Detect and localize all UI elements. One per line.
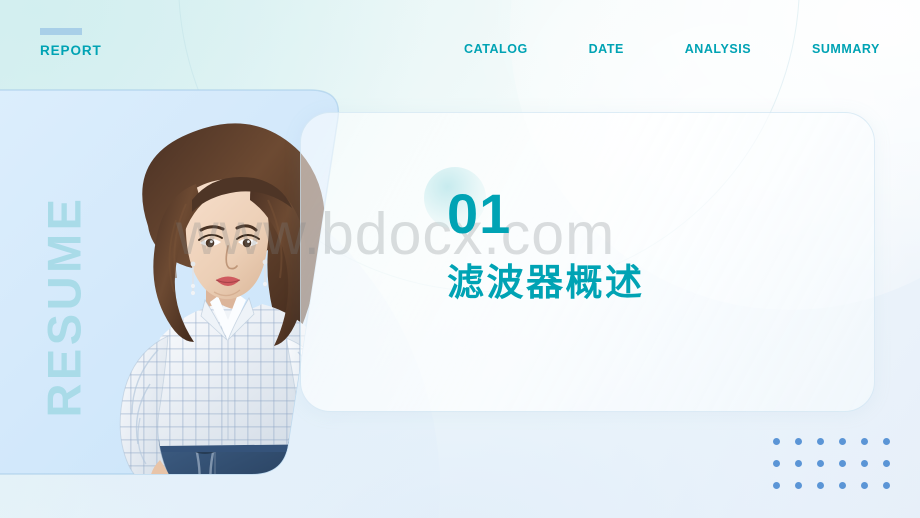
decorative-dot-grid: [773, 438, 905, 504]
dot-grid-dot: [773, 482, 780, 489]
dot-grid-dot: [795, 438, 802, 445]
dot-grid-dot: [817, 482, 824, 489]
brand-accent-bar: [40, 28, 82, 35]
dot-grid-dot: [861, 438, 868, 445]
dot-grid-dot: [883, 460, 890, 467]
section-number: 01: [447, 182, 512, 245]
brand-block: REPORT: [40, 28, 102, 58]
slide-canvas: RESUME www.bdocx.com 01 滤波器概述 REPORT CAT…: [0, 0, 920, 518]
brand-label: REPORT: [40, 43, 102, 58]
dot-grid-dot: [795, 460, 802, 467]
nav-item-analysis[interactable]: ANALYSIS: [685, 40, 751, 58]
header-bar: REPORT CATALOG DATE ANALYSIS SUMMARY: [0, 0, 920, 88]
vertical-resume-label: RESUME: [37, 195, 91, 418]
section-title: 滤波器概述: [447, 261, 645, 304]
dot-grid-dot: [839, 460, 846, 467]
main-nav: CATALOG DATE ANALYSIS SUMMARY: [464, 40, 884, 58]
dot-grid-dot: [817, 460, 824, 467]
dot-grid-dot: [861, 460, 868, 467]
dot-grid-dot: [883, 438, 890, 445]
dot-grid-dot: [839, 482, 846, 489]
dot-grid-dot: [795, 482, 802, 489]
nav-item-date[interactable]: DATE: [589, 40, 624, 58]
dot-grid-dot: [861, 482, 868, 489]
dot-grid-dot: [773, 460, 780, 467]
nav-item-summary[interactable]: SUMMARY: [812, 40, 884, 58]
dot-grid-dot: [773, 438, 780, 445]
nav-item-catalog[interactable]: CATALOG: [464, 40, 528, 58]
dot-grid-dot: [817, 438, 824, 445]
dot-grid-dot: [839, 438, 846, 445]
dot-grid-dot: [883, 482, 890, 489]
